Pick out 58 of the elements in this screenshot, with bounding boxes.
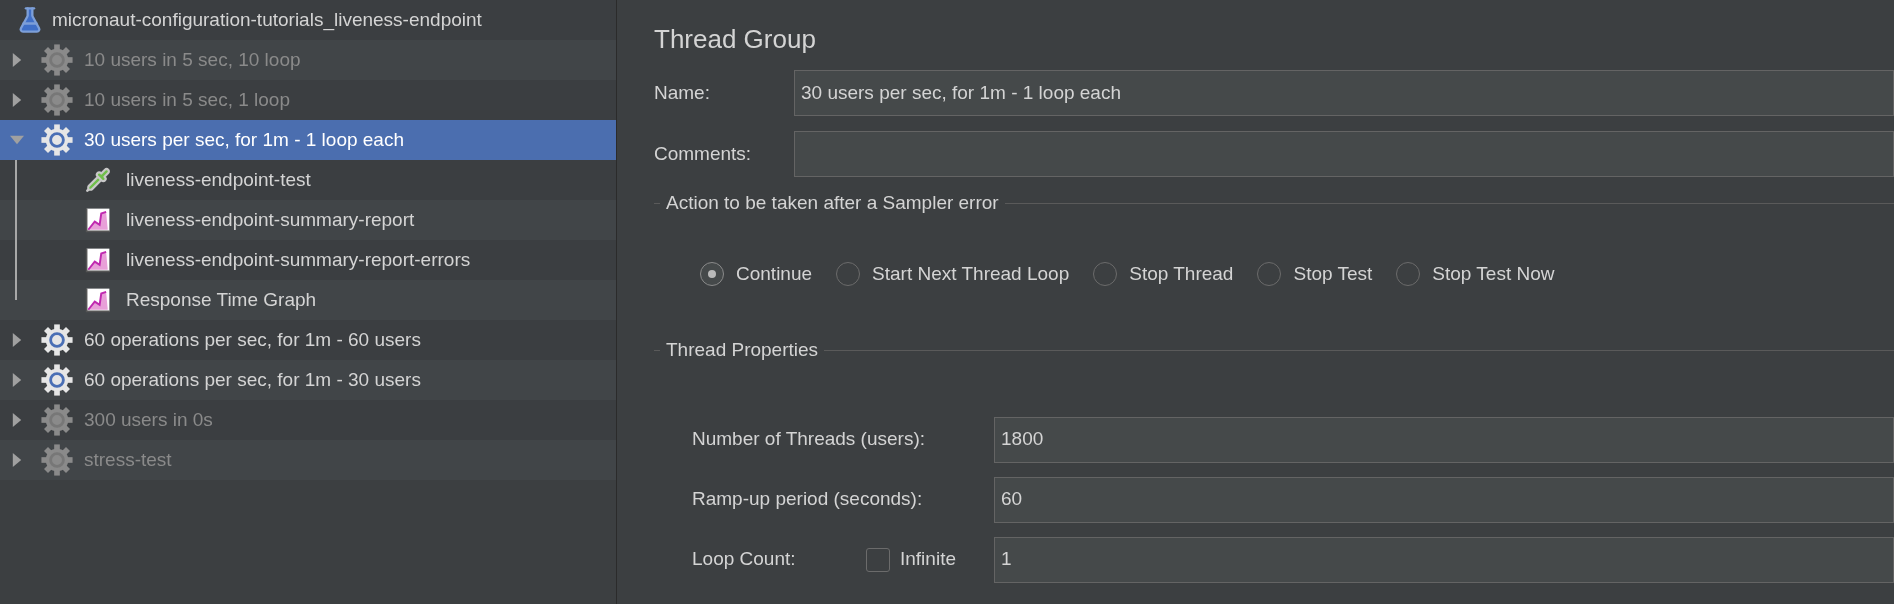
expand-arrow-icon[interactable] xyxy=(10,453,24,467)
gear-icon xyxy=(40,443,74,477)
radio-label[interactable]: Continue xyxy=(736,259,813,288)
field-label: Loop Count: xyxy=(692,547,797,572)
field-label: Number of Threads (users): xyxy=(692,427,926,452)
collapse-arrow-icon[interactable] xyxy=(10,133,24,147)
tree-item-label: 10 users in 5 sec, 1 loop xyxy=(84,87,290,112)
expand-arrow-icon[interactable] xyxy=(10,373,24,387)
gear-icon xyxy=(40,83,74,117)
name-field[interactable]: 30 users per sec, for 1m - 1 loop each xyxy=(794,70,1894,116)
chart-icon xyxy=(85,207,111,233)
radio-button[interactable] xyxy=(700,261,724,286)
expand-arrow-icon[interactable] xyxy=(10,333,24,347)
radio-button[interactable] xyxy=(1093,261,1118,286)
pipette-icon xyxy=(85,167,111,193)
radio-label[interactable]: Stop Thread xyxy=(1129,259,1234,288)
tree-item-label: 30 users per sec, for 1m - 1 loop each xyxy=(84,127,404,152)
tree-item-label: liveness-endpoint-summary-report xyxy=(126,207,415,232)
radio-button[interactable] xyxy=(1257,261,1282,286)
gear-icon xyxy=(40,123,74,157)
chart-icon xyxy=(85,287,111,313)
chart-icon xyxy=(85,247,111,273)
expand-arrow-icon[interactable] xyxy=(10,413,24,427)
tree-item-label: 300 users in 0s xyxy=(84,407,213,432)
tree-item-label: 60 operations per sec, for 1m - 60 users xyxy=(84,327,421,352)
tree-item-label: liveness-endpoint-summary-report-errors xyxy=(126,247,471,272)
tree-item-label: 10 users in 5 sec, 10 loop xyxy=(84,47,301,72)
tree-item-label: micronaut-configuration-tutorials_liveness-endpoint xyxy=(52,7,482,33)
gear-icon xyxy=(40,403,74,437)
comments-field[interactable] xyxy=(794,131,1894,177)
tree-item-label: liveness-endpoint-test xyxy=(126,167,311,192)
panel-title: Thread Group xyxy=(654,23,817,56)
tree-item[interactable]: Response Time Graph xyxy=(0,280,616,320)
expand-arrow-icon[interactable] xyxy=(10,93,24,107)
threads-field[interactable]: 1800 xyxy=(994,416,1894,463)
radio-button[interactable] xyxy=(836,261,861,286)
tree-item-label: 60 operations per sec, for 1m - 30 users xyxy=(84,367,421,392)
field-label: Ramp-up period (seconds): xyxy=(692,487,924,512)
radio-label[interactable]: Stop Test Now xyxy=(1432,259,1555,288)
section-title: Thread Properties xyxy=(665,338,820,362)
radio-label[interactable]: Stop Test xyxy=(1293,259,1373,288)
radio-button[interactable] xyxy=(1396,261,1421,286)
expand-arrow-icon[interactable] xyxy=(10,53,24,67)
tree-item-label: stress-test xyxy=(84,447,172,472)
tree-item[interactable]: 30 users per sec, for 1m - 1 loop each xyxy=(0,120,616,160)
radio-label[interactable]: Start Next Thread Loop xyxy=(872,259,1070,288)
tree-item-label: Response Time Graph xyxy=(126,287,317,312)
loop-count-field[interactable]: 1 xyxy=(994,536,1894,583)
section-title: Action to be taken after a Sampler error xyxy=(665,191,1000,215)
infinite-checkbox[interactable]: Infinite xyxy=(866,545,994,574)
ramp-up-field[interactable]: 60 xyxy=(994,476,1894,523)
tree-item[interactable]: 60 operations per sec, for 1m - 30 users xyxy=(0,360,616,400)
gear-icon xyxy=(40,43,74,77)
tree-item[interactable]: liveness-endpoint-summary-report xyxy=(0,200,616,240)
gear-icon xyxy=(40,323,74,357)
gear-icon xyxy=(40,363,74,397)
field-label: Comments: xyxy=(654,141,753,166)
field-label: Name: xyxy=(654,80,711,105)
